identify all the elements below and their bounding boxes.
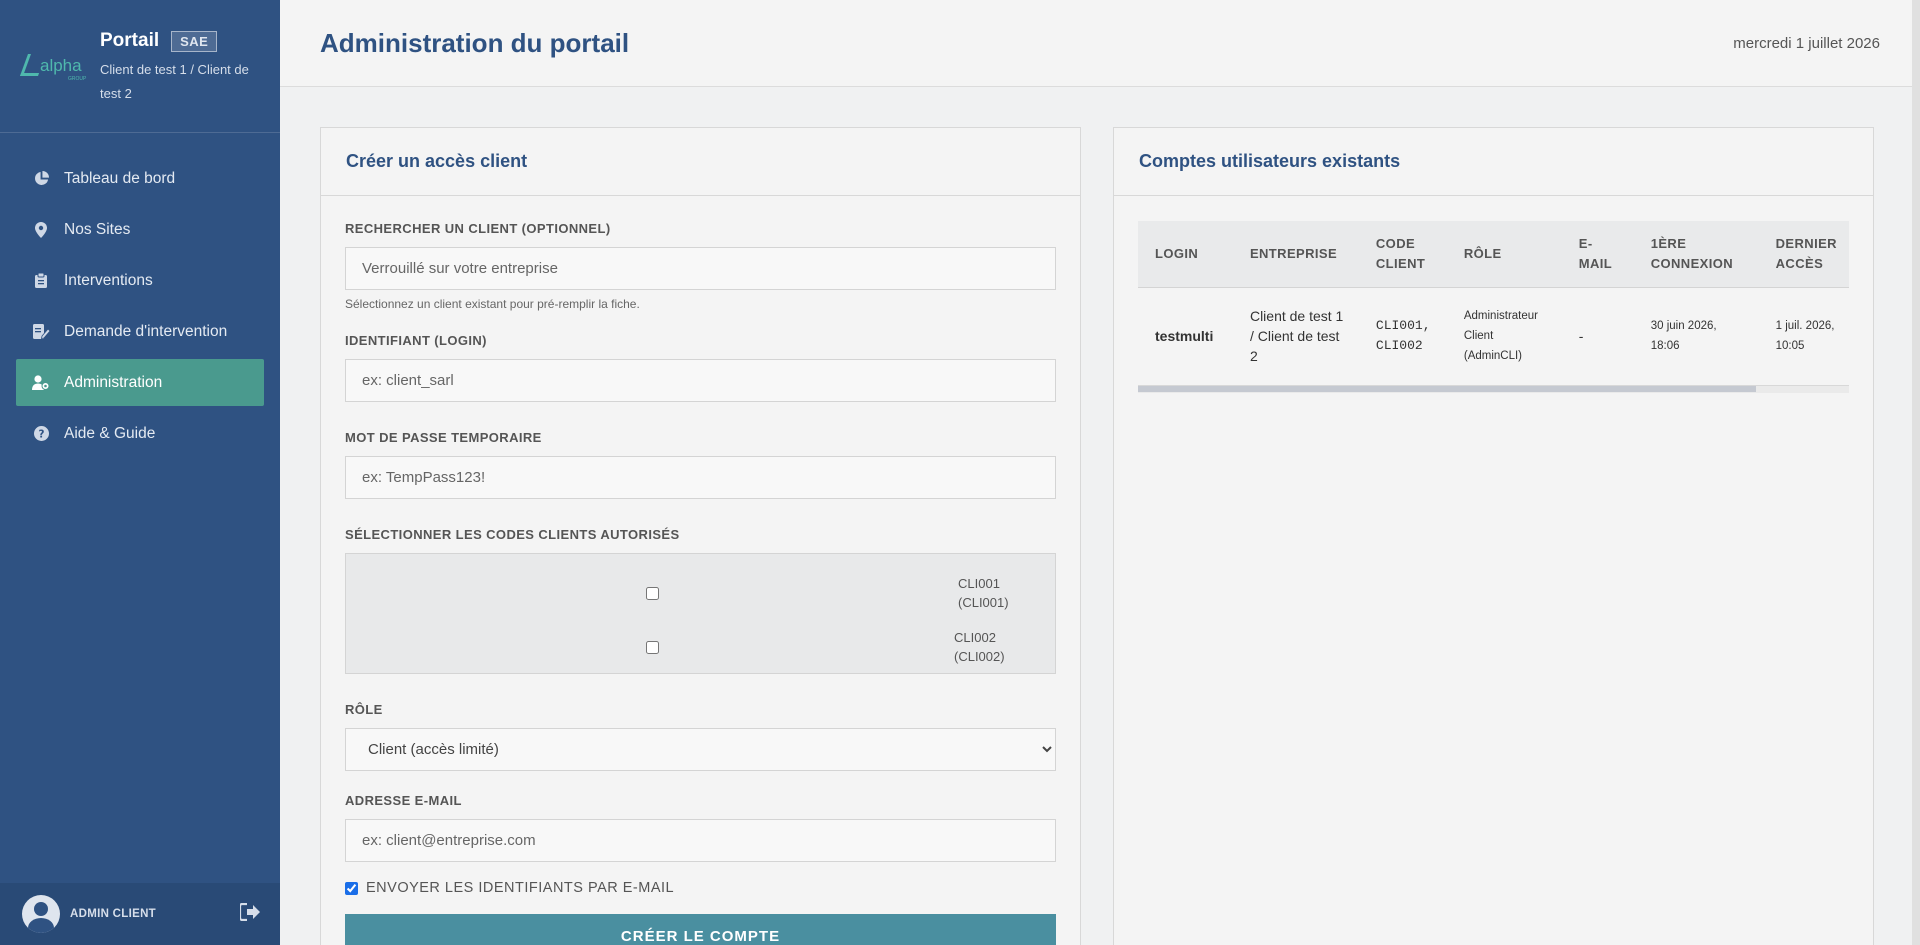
- portal-badge: SAE: [171, 30, 218, 52]
- create-access-card: Créer un accès client Rechercher un clie…: [320, 127, 1081, 945]
- nav-label: Administration: [64, 373, 163, 391]
- send-credentials-checkbox[interactable]: [345, 881, 358, 895]
- nav-item-administration[interactable]: Administration: [16, 359, 264, 406]
- nav-label: Tableau de bord: [64, 169, 176, 187]
- svg-text:?: ?: [38, 428, 44, 440]
- login-field: Identifiant (login): [345, 333, 1056, 402]
- cell-first-login: 30 juin 2026, 18:06: [1650, 320, 1717, 353]
- pie-chart-icon: [30, 171, 52, 186]
- nav-label: Demande d'intervention: [64, 322, 228, 340]
- search-client-input[interactable]: [345, 247, 1056, 290]
- sidebar: alpha GROUP Portail SAE Client de test 1…: [0, 0, 280, 945]
- send-credentials-option[interactable]: Envoyer les identifiants par e-mail: [345, 880, 1056, 896]
- nav-item-nos-sites[interactable]: Nos Sites: [16, 206, 264, 253]
- client-code-label: CLI002 (CLI002): [954, 630, 1005, 664]
- cell-entreprise: Client de test 1 / Client de test 2: [1249, 308, 1344, 365]
- create-account-button[interactable]: Créer le compte: [345, 914, 1056, 945]
- scrollbar-thumb[interactable]: [1138, 386, 1756, 392]
- client-code-option[interactable]: CLI002 (CLI002): [346, 620, 1055, 674]
- search-client-field: Rechercher un client (optionnel) Sélecti…: [345, 221, 1056, 311]
- email-input[interactable]: [345, 819, 1056, 862]
- password-input[interactable]: [345, 456, 1056, 499]
- user-footer: ADMIN CLIENT: [0, 883, 280, 945]
- field-label: Sélectionner les codes clients autorisés: [345, 527, 680, 542]
- client-code-label: CLI001 (CLI001): [958, 576, 1009, 610]
- logo-subtext: GROUP: [68, 76, 87, 82]
- table-scrollbar-track[interactable]: [1138, 385, 1849, 393]
- cell-role: Administrateur Client (AdminCLI): [1463, 310, 1538, 363]
- horizontal-scrollbar[interactable]: [1138, 385, 1849, 393]
- column-header: Rôle: [1446, 221, 1562, 288]
- client-code-checkbox[interactable]: [646, 586, 659, 600]
- logout-icon[interactable]: [238, 902, 260, 926]
- role-field: Rôle Client (accès limité): [345, 702, 1056, 771]
- nav-label: Aide & Guide: [64, 424, 156, 442]
- user-name: ADMIN CLIENT: [70, 908, 157, 920]
- page-header: Administration du portail mercredi 1 jui…: [280, 0, 1920, 87]
- table-row[interactable]: testmulti Client de test 1 / Client de t…: [1138, 287, 1849, 385]
- accounts-table-wrapper: Login Entreprise Code client Rôle E-mail…: [1138, 221, 1849, 385]
- client-code-checkbox[interactable]: [646, 640, 659, 654]
- current-client: Client de test 1 / Client de test 2: [100, 62, 249, 101]
- client-codes-list: CLI001 (CLI001) CLI002 (CLI002): [345, 553, 1056, 674]
- field-hint: Sélectionnez un client existant pour pré…: [345, 297, 640, 311]
- email-field: Adresse e-mail: [345, 793, 1056, 862]
- password-field: Mot de passe temporaire: [345, 430, 1056, 499]
- table-header-row: Login Entreprise Code client Rôle E-mail…: [1138, 221, 1849, 288]
- field-label: Rechercher un client (optionnel): [345, 221, 611, 236]
- cell-codes: CLI001, CLI002: [1375, 318, 1431, 354]
- existing-accounts-card: Comptes utilisateurs existants Login Ent…: [1113, 127, 1874, 945]
- column-header: 1ère connexion: [1633, 221, 1759, 288]
- field-label: Adresse e-mail: [345, 793, 462, 808]
- current-date: mercredi 1 juillet 2026: [1733, 34, 1880, 52]
- page-scrollbar[interactable]: [1912, 0, 1920, 945]
- field-label: Mot de passe temporaire: [345, 430, 542, 445]
- client-codes-field: Sélectionner les codes clients autorisés…: [345, 527, 1056, 674]
- nav-item-interventions[interactable]: Interventions: [16, 257, 264, 304]
- card-title: Créer un accès client: [321, 128, 1080, 196]
- page-title: Administration du portail: [320, 27, 630, 58]
- logo-text: alpha: [40, 56, 82, 75]
- nav-label: Nos Sites: [64, 220, 131, 238]
- login-input[interactable]: [345, 359, 1056, 402]
- avatar[interactable]: [22, 895, 60, 933]
- column-header: Code client: [1358, 221, 1447, 288]
- role-select[interactable]: Client (accès limité): [345, 728, 1056, 771]
- sidebar-nav: Tableau de bord Nos Sites Interventions …: [0, 133, 280, 457]
- question-circle-icon: ?: [30, 426, 52, 441]
- nav-label: Interventions: [64, 271, 153, 289]
- field-label: Identifiant (login): [345, 333, 487, 348]
- column-header: E-mail: [1561, 221, 1634, 288]
- cell-login: testmulti: [1155, 328, 1214, 345]
- cell-last-access: 1 juil. 2026, 10:05: [1775, 320, 1835, 353]
- user-gear-icon: [30, 375, 52, 390]
- send-credentials-label: Envoyer les identifiants par e-mail: [366, 880, 675, 896]
- field-label: Rôle: [345, 702, 383, 717]
- company-logo[interactable]: alpha GROUP: [19, 48, 87, 88]
- accounts-table: Login Entreprise Code client Rôle E-mail…: [1138, 221, 1849, 385]
- column-header: Login: [1138, 221, 1233, 288]
- cell-email: -: [1578, 328, 1584, 345]
- brand-header: alpha GROUP Portail SAE Client de test 1…: [0, 0, 280, 133]
- edit-document-icon: [30, 324, 52, 339]
- nav-item-demande-intervention[interactable]: Demande d'intervention: [16, 308, 264, 355]
- column-header: Dernier accès: [1758, 221, 1849, 288]
- column-header: Entreprise: [1232, 221, 1359, 288]
- nav-item-tableau-de-bord[interactable]: Tableau de bord: [16, 155, 264, 202]
- client-code-option[interactable]: CLI001 (CLI001): [346, 566, 1055, 620]
- clipboard-icon: [30, 273, 52, 288]
- portal-title: Portail: [100, 30, 160, 51]
- card-title: Comptes utilisateurs existants: [1114, 128, 1873, 196]
- map-pin-icon: [30, 221, 52, 238]
- nav-item-aide-guide[interactable]: ? Aide & Guide: [16, 410, 264, 457]
